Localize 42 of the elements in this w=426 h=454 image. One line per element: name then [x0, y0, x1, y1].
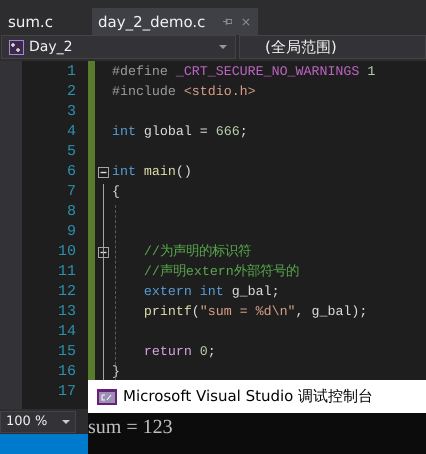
line-number: 6 [66, 162, 77, 182]
line-number: 14 [56, 322, 77, 342]
console-output: sum = 123 [88, 416, 173, 438]
line-number: 9 [66, 222, 77, 242]
project-icon [9, 40, 24, 54]
code-line: printf("sum = %d\n", g_bal); [142, 304, 368, 319]
line-number: 17 [56, 382, 77, 402]
code-line: { [112, 184, 120, 199]
caret-icon [62, 420, 70, 424]
line-number: 4 [66, 122, 77, 142]
collapse-icon[interactable] [98, 246, 109, 258]
caret-icon [219, 45, 227, 49]
code-line: //为声明的标识符 [142, 244, 251, 259]
line-number: 11 [56, 262, 77, 282]
line-number: 3 [66, 102, 77, 122]
code-line: extern int g_bal; [142, 284, 280, 299]
line-number: 7 [66, 182, 77, 202]
line-number: 10 [56, 242, 77, 262]
line-number: 16 [56, 362, 77, 382]
line-number: 5 [66, 142, 77, 162]
line-number: 1 [66, 62, 77, 82]
pin-icon[interactable] [223, 17, 232, 26]
scope-dropdown[interactable]: (全局范围) [239, 35, 426, 59]
line-number: 8 [66, 202, 77, 222]
code-line: #define _CRT_SECURE_NO_WARNINGS 1 [112, 64, 376, 79]
file-tab[interactable]: sum.c [0, 8, 92, 35]
console-title: Microsoft Visual Studio 调试控制台 [123, 387, 374, 406]
project-dropdown[interactable]: Day_2 [1, 35, 236, 59]
console-icon [97, 388, 117, 404]
line-number: 2 [66, 82, 77, 102]
line-number: 15 [56, 342, 77, 362]
file-tab[interactable]: day_2_demo.c [92, 8, 258, 35]
close-icon[interactable] [242, 16, 250, 26]
code-line: //声明extern外部符号的 [142, 264, 299, 279]
code-line: #include <stdio.h> [112, 84, 256, 99]
line-number: 12 [56, 282, 77, 302]
collapse-icon[interactable] [98, 166, 109, 178]
zoom-dropdown[interactable]: 100 % [0, 410, 76, 432]
line-number: 13 [56, 302, 77, 322]
code-line: int global = 666; [112, 124, 248, 139]
code-line: return 0; [142, 344, 216, 359]
code-line: int main() [112, 164, 192, 179]
